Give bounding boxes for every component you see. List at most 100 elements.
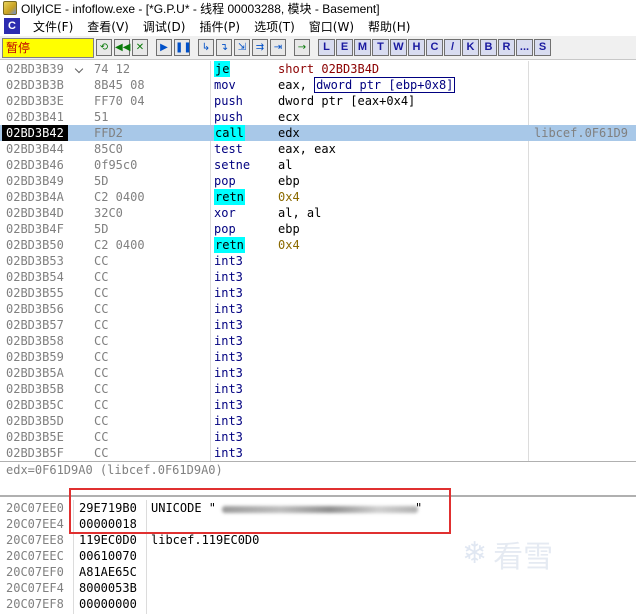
instruction-mnemonic: push xyxy=(214,94,243,108)
disasm-row[interactable]: 02BD3B46 0f95c0 setne al xyxy=(0,157,636,173)
instruction-hex: 8B45 08 xyxy=(94,78,145,92)
instruction-mnemonic: retn xyxy=(214,237,245,253)
disasm-row[interactable]: 02BD3B5F CC int3 xyxy=(0,445,636,461)
disasm-row[interactable]: 02BD3B4D 32C0 xor al, al xyxy=(0,205,636,221)
log-window-button[interactable]: L xyxy=(318,39,335,56)
disasm-row[interactable]: 02BD3B50 C2 0400 retn 0x4 xyxy=(0,237,636,253)
close-icon[interactable]: ✕ xyxy=(132,39,148,56)
instruction-mnemonic: pop xyxy=(214,174,236,188)
stack-row[interactable]: 20C07EF8 00000000 xyxy=(0,596,636,612)
disasm-row[interactable]: 02BD3B5C CC int3 xyxy=(0,397,636,413)
disasm-row[interactable]: 02BD3B53 CC int3 xyxy=(0,253,636,269)
restart-icon[interactable]: ◀◀ xyxy=(114,39,130,56)
handles-window-button[interactable]: H xyxy=(408,39,425,56)
menu-options[interactable]: 选项(T) xyxy=(247,18,302,35)
menu-help[interactable]: 帮助(H) xyxy=(361,18,417,35)
breakpoints-window-button[interactable]: B xyxy=(480,39,497,56)
menu-plugins[interactable]: 插件(P) xyxy=(192,18,247,35)
instruction-mnemonic: int3 xyxy=(214,430,243,444)
disasm-row[interactable]: 02BD3B4F 5D pop ebp xyxy=(0,221,636,237)
disasm-row[interactable]: 02BD3B44 85C0 test eax, eax xyxy=(0,141,636,157)
cpu-window-button[interactable]: C xyxy=(426,39,443,56)
stack-address: 20C07EEC xyxy=(6,549,64,563)
trace-into-icon[interactable]: ⇲ xyxy=(234,39,250,56)
menu-window[interactable]: 窗口(W) xyxy=(302,18,361,35)
windows-window-button[interactable]: W xyxy=(390,39,407,56)
instruction-mnemonic: int3 xyxy=(214,398,243,412)
disasm-row[interactable]: 02BD3B56 CC int3 xyxy=(0,301,636,317)
menu-file[interactable]: 文件(F) xyxy=(26,18,80,35)
step-into-icon[interactable]: ↳ xyxy=(198,39,214,56)
disasm-row[interactable]: 02BD3B59 CC int3 xyxy=(0,349,636,365)
instruction-mnemonic: int3 xyxy=(214,270,243,284)
instruction-address: 02BD3B5F xyxy=(6,446,64,460)
threads-window-button[interactable]: T xyxy=(372,39,389,56)
instruction-address: 02BD3B55 xyxy=(6,286,64,300)
stack-value: 00610070 xyxy=(79,549,137,563)
instruction-address: 02BD3B3B xyxy=(6,78,64,92)
system-menu-icon[interactable]: C xyxy=(4,18,20,34)
menu-debug[interactable]: 调试(D) xyxy=(136,18,193,35)
disasm-row[interactable]: 02BD3B58 CC int3 xyxy=(0,333,636,349)
stack-address: 20C07EF4 xyxy=(6,581,64,595)
disasm-row[interactable]: 02BD3B5B CC int3 xyxy=(0,381,636,397)
menu-view[interactable]: 查看(V) xyxy=(80,18,136,35)
instruction-address: 02BD3B44 xyxy=(6,142,64,156)
stack-row[interactable]: 20C07EF4 8000053B xyxy=(0,580,636,596)
instruction-mnemonic: int3 xyxy=(214,302,243,316)
instruction-address: 02BD3B5B xyxy=(6,382,64,396)
instruction-hex: CC xyxy=(94,414,109,428)
instruction-hex: C2 0400 xyxy=(94,238,145,252)
instruction-comment: libcef.0F61D9 xyxy=(534,126,628,140)
instruction-operand: eax, dword ptr [ebp+0x8] xyxy=(278,77,456,93)
memory-window-button[interactable]: M xyxy=(354,39,371,56)
trace-over-icon[interactable]: ⇉ xyxy=(252,39,268,56)
disasm-row[interactable]: 02BD3B55 CC int3 xyxy=(0,285,636,301)
instruction-address: 02BD3B58 xyxy=(6,334,64,348)
disasm-row[interactable]: 02BD3B49 5D pop ebp xyxy=(0,173,636,189)
instruction-address: 02BD3B5D xyxy=(6,414,64,428)
disasm-row[interactable]: 02BD3B3E FF70 04 push dword ptr [eax+0x4] xyxy=(0,93,636,109)
disasm-row[interactable]: 02BD3B39 74 12 je short 02BD3B4D xyxy=(0,61,636,77)
disasm-row[interactable]: 02BD3B5A CC int3 xyxy=(0,365,636,381)
instruction-mnemonic: je xyxy=(214,61,231,77)
disasm-row[interactable]: 02BD3B42 FFD2 call edx libcef.0F61D9 xyxy=(0,125,636,141)
instruction-address: 02BD3B39 xyxy=(6,62,64,76)
run-icon[interactable]: ▶ xyxy=(156,39,172,56)
instruction-address: 02BD3B54 xyxy=(6,270,64,284)
disasm-row[interactable]: 02BD3B5D CC int3 xyxy=(0,413,636,429)
stack-value: A81AE65C xyxy=(79,565,137,579)
disasm-row[interactable]: 02BD3B54 CC int3 xyxy=(0,269,636,285)
instruction-hex: CC xyxy=(94,366,109,380)
stack-value: 00000000 xyxy=(79,597,137,611)
call-stack-window-button[interactable]: K xyxy=(462,39,479,56)
modules-window-button[interactable]: E xyxy=(336,39,353,56)
run-trace-window-button[interactable]: ... xyxy=(516,39,533,56)
execute-till-return-icon[interactable]: ⇥ xyxy=(270,39,286,56)
instruction-address: 02BD3B46 xyxy=(6,158,64,172)
instruction-hex: CC xyxy=(94,270,109,284)
disasm-row[interactable]: 02BD3B5E CC int3 xyxy=(0,429,636,445)
menu-bar: C 文件(F) 查看(V) 调试(D) 插件(P) 选项(T) 窗口(W) 帮助… xyxy=(0,16,636,36)
instruction-mnemonic: int3 xyxy=(214,318,243,332)
disasm-row[interactable]: 02BD3B41 51 push ecx xyxy=(0,109,636,125)
instruction-address: 02BD3B59 xyxy=(6,350,64,364)
goto-icon[interactable]: → xyxy=(294,39,310,56)
step-over-icon[interactable]: ↴ xyxy=(216,39,232,56)
instruction-mnemonic: int3 xyxy=(214,366,243,380)
watermark-text: 看雪 xyxy=(493,540,554,575)
references-window-button[interactable]: R xyxy=(498,39,515,56)
disasm-row[interactable]: 02BD3B3B 8B45 08 mov eax, dword ptr [ebp+0x… xyxy=(0,77,636,93)
open-icon[interactable]: ⟲ xyxy=(96,39,112,56)
instruction-address: 02BD3B5A xyxy=(6,366,64,380)
source-window-button[interactable]: S xyxy=(534,39,551,56)
instruction-mnemonic: test xyxy=(214,142,243,156)
instruction-hex: FFD2 xyxy=(94,126,123,140)
pause-icon[interactable]: ❚❚ xyxy=(174,39,192,56)
patches-window-button[interactable]: / xyxy=(444,39,461,56)
stack-comment: libcef.119EC0D0 xyxy=(151,533,260,547)
instruction-hex: CC xyxy=(94,302,109,316)
disasm-row[interactable]: 02BD3B4A C2 0400 retn 0x4 xyxy=(0,189,636,205)
disasm-row[interactable]: 02BD3B57 CC int3 xyxy=(0,317,636,333)
disassembly-panel[interactable]: 02BD3B39 74 12 je short 02BD3B4D 02BD3B3B 8B4… xyxy=(0,61,636,461)
